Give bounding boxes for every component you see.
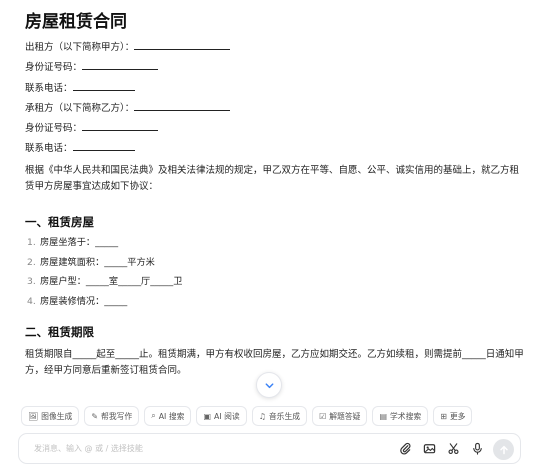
fill-blank: [82, 122, 159, 132]
field-label: 联系电话：: [25, 82, 73, 94]
skill-label: 图像生成: [41, 411, 73, 421]
list-text: 房屋建筑面积：_____平方米: [40, 256, 155, 268]
pen-icon: ✎: [91, 411, 99, 421]
skill-label: 帮我写作: [101, 411, 133, 421]
document-title: 房屋租赁合同: [25, 12, 127, 32]
field-lessee-phone: 联系电话：: [25, 142, 525, 155]
scroll-to-bottom-button[interactable]: [256, 372, 282, 398]
list-item: 1. 房屋坐落于：_____: [25, 237, 525, 249]
message-input[interactable]: [34, 444, 374, 453]
skill-writing[interactable]: ✎ 帮我写作: [84, 406, 140, 426]
list-text: 房屋装修情况：_____: [40, 296, 128, 308]
skill-more[interactable]: ⊞ 更多: [433, 406, 473, 426]
field-label: 承租方（以下简称乙方）：: [25, 102, 135, 114]
field-label: 出租方（以下简称甲方）：: [25, 42, 135, 53]
skill-problem-solving[interactable]: ☑ 解题答疑: [312, 406, 368, 426]
intro-paragraph: 根据《中华人民共和国民法典》及相关法律法规的规定，甲乙双方在平等、自愿、公平、诚…: [25, 164, 520, 192]
skills-toolbar: 🖼 图像生成 ✎ 帮我写作 ⌕ AI 搜索 ▣ AI 阅读 ♫ 音乐生成 ☑ 解题答疑 ▤ 学…: [21, 406, 473, 426]
microphone-icon: [472, 442, 482, 455]
field-lessor-id: 身份证号码：: [25, 61, 525, 74]
list-item: 2. 房屋建筑面积：_____平方米: [25, 257, 525, 269]
message-composer: [18, 433, 521, 464]
fill-blank: [134, 102, 231, 111]
list-number: 3.: [27, 276, 36, 288]
skill-label: 学术搜索: [390, 411, 422, 421]
skill-music-generation[interactable]: ♫ 音乐生成: [251, 406, 308, 426]
image-icon: 🖼: [28, 411, 39, 421]
list-number: 2.: [27, 256, 36, 268]
skill-label: 更多: [449, 411, 466, 421]
skill-ai-search[interactable]: ⌕ AI 搜索: [144, 406, 192, 426]
fill-blank: [82, 61, 159, 71]
reader-icon: ▣: [203, 411, 211, 421]
fill-blank: [134, 41, 231, 50]
skill-label: AI 搜索: [158, 411, 185, 421]
field-label: 身份证号码：: [25, 123, 83, 135]
paperclip-icon: [399, 442, 410, 455]
send-button[interactable]: [493, 439, 514, 460]
field-lessor-phone: 联系电话：: [25, 82, 525, 95]
fill-blank: [72, 82, 135, 91]
skill-label: AI 阅读: [214, 411, 240, 421]
contract-document: 房屋租赁合同 出租方（以下简称甲方）： 身份证号码： 联系电话： 承租方（以下简…: [25, 12, 525, 379]
skill-academic-search[interactable]: ▤ 学术搜索: [372, 406, 429, 426]
field-lessee: 承租方（以下简称乙方）：: [25, 102, 525, 115]
field-label: 联系电话：: [25, 143, 73, 155]
field-lessee-id: 身份证号码：: [25, 122, 525, 135]
field-label: 身份证号码：: [25, 62, 83, 74]
chevron-down-icon: [265, 382, 273, 388]
field-lessor: 出租方（以下简称甲方）：: [25, 41, 525, 54]
section-title-term: 二、租赁期限: [25, 325, 94, 340]
list-text: 房屋户型：_____室_____厅_____卫: [40, 276, 183, 288]
list-text: 房屋坐落于：_____: [40, 236, 119, 248]
list-item: 4. 房屋装修情况：_____: [25, 296, 525, 308]
arrow-up-icon: [499, 445, 508, 454]
skill-ai-reading[interactable]: ▣ AI 阅读: [196, 406, 247, 426]
scissors-button[interactable]: [446, 442, 460, 455]
skill-label: 音乐生成: [268, 411, 301, 421]
grid-icon: ⊞: [440, 411, 447, 421]
voice-input-button[interactable]: [470, 442, 484, 455]
music-icon: ♫: [258, 411, 266, 421]
composer-actions: [398, 442, 484, 455]
search-icon: ⌕: [151, 411, 156, 420]
skill-image-generation[interactable]: 🖼 图像生成: [21, 406, 80, 426]
scissors-icon: [447, 443, 459, 454]
image-icon: [423, 444, 435, 454]
section-title-premises: 一、租赁房屋: [25, 214, 94, 229]
skill-label: 解题答疑: [329, 411, 361, 421]
book-icon: ▤: [379, 411, 387, 421]
screenshot-button[interactable]: [422, 442, 436, 455]
list-number: 1.: [27, 236, 36, 248]
attach-button[interactable]: [398, 442, 412, 455]
fill-blank: [72, 142, 135, 152]
list-number: 4.: [27, 296, 36, 308]
check-icon: ☑: [319, 411, 327, 421]
list-item: 3. 房屋户型：_____室_____厅_____卫: [25, 276, 525, 288]
